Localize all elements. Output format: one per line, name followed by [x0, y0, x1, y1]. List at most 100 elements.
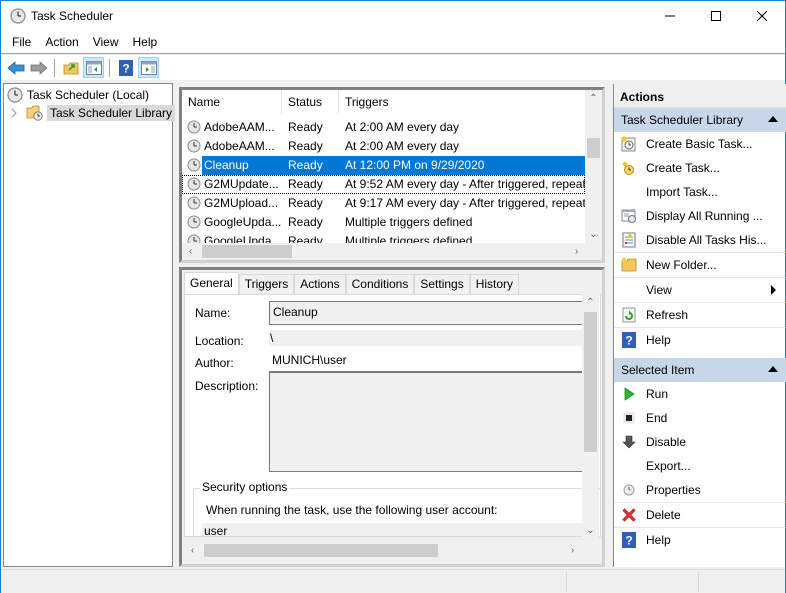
svg-text:?: ? [625, 334, 632, 348]
delete-icon [621, 507, 637, 523]
action-label: Import Task... [646, 185, 718, 199]
action-display-all-running[interactable]: Display All Running ... [614, 204, 786, 228]
security-account-message: When running the task, use the following… [206, 503, 498, 517]
table-row[interactable]: GoogleUpda... Ready Multiple triggers defi… [182, 213, 585, 232]
action-view[interactable]: View [614, 277, 786, 301]
tab-actions[interactable]: Actions [294, 274, 346, 294]
user-account-field[interactable]: user [202, 523, 594, 536]
collapse-caret-icon[interactable] [768, 116, 778, 122]
cell-status: Ready [288, 215, 323, 229]
scroll-thumb[interactable] [587, 138, 600, 158]
back-button[interactable] [5, 57, 26, 78]
table-row[interactable]: G2MUpdate... Ready At 9:52 AM every day - … [182, 175, 585, 194]
action-import-task[interactable]: Import Task... [614, 180, 786, 204]
details-vertical-scrollbar[interactable]: ⌃ ⌄ [582, 294, 599, 539]
tree-item-task-scheduler-library[interactable]: Task Scheduler Library [10, 104, 176, 122]
table-row[interactable]: G2MUpload... Ready At 9:17 AM every day - … [182, 194, 585, 213]
scroll-down-arrow[interactable]: ⌄ [582, 522, 599, 539]
menu-help[interactable]: Help [126, 31, 165, 53]
section-task-scheduler-library[interactable]: Task Scheduler Library [614, 108, 786, 132]
action-help[interactable]: ? Help [614, 527, 786, 551]
action-disable-all-tasks-his[interactable]: Disable All Tasks His... [614, 228, 786, 252]
scroll-down-arrow[interactable]: ⌄ [585, 226, 602, 243]
up-folder-button[interactable] [60, 57, 81, 78]
name-field[interactable]: Cleanup [269, 301, 599, 325]
action-label: View [646, 283, 672, 297]
expand-chevron-icon[interactable] [10, 108, 18, 118]
cell-status: Ready [288, 196, 323, 210]
scroll-left-arrow[interactable]: ‹ [184, 542, 201, 559]
table-row[interactable]: AdobeAAM... Ready At 2:00 AM every day [182, 118, 585, 137]
scroll-right-arrow[interactable]: › [564, 542, 581, 559]
maximize-button[interactable] [693, 1, 739, 31]
action-new-folder[interactable]: New Folder... [614, 252, 786, 276]
disable-icon [621, 434, 637, 450]
section-selected-item[interactable]: Selected Item [614, 358, 786, 382]
actions-pane: Actions Task Scheduler Library Create Ba… [613, 84, 786, 567]
collapse-caret-icon[interactable] [768, 366, 778, 372]
display-running-icon [621, 208, 637, 224]
show-hide-console-tree-button[interactable] [83, 57, 104, 78]
action-delete[interactable]: Delete [614, 502, 786, 526]
tab-general[interactable]: General [184, 272, 239, 294]
cell-triggers: At 9:52 AM every day - After triggered, … [345, 177, 585, 191]
cell-triggers: At 2:00 AM every day [345, 139, 460, 153]
action-disable[interactable]: Disable [614, 430, 786, 454]
scroll-thumb[interactable] [584, 312, 597, 452]
create-task-icon [621, 160, 637, 176]
task-list-horizontal-scrollbar[interactable]: ‹ › [182, 243, 585, 260]
cell-name: AdobeAAM... [204, 139, 275, 153]
scroll-left-arrow[interactable]: ‹ [182, 243, 199, 260]
action-export[interactable]: Export... [614, 454, 786, 478]
scroll-up-arrow[interactable]: ⌃ [585, 90, 602, 107]
forward-button[interactable] [28, 57, 49, 78]
menu-view[interactable]: View [86, 31, 126, 53]
action-help[interactable]: ? Help [614, 327, 786, 351]
show-hide-action-pane-button[interactable] [138, 57, 159, 78]
cell-status: Ready [288, 177, 323, 191]
scroll-up-arrow[interactable]: ⌃ [582, 294, 599, 311]
tab-triggers[interactable]: Triggers [238, 274, 295, 294]
description-field[interactable] [269, 372, 599, 472]
table-row[interactable]: AdobeAAM... Ready At 2:00 AM every day [182, 137, 585, 156]
help-icon: ? [621, 532, 637, 548]
table-row[interactable]: Cleanup Ready At 12:00 PM on 9/29/2020 [182, 156, 585, 175]
tab-settings[interactable]: Settings [414, 274, 470, 294]
task-list-vertical-scrollbar[interactable]: ⌃ ⌄ [585, 90, 602, 243]
action-run[interactable]: Run [614, 382, 786, 406]
menu-file[interactable]: File [5, 31, 38, 53]
task-clock-icon [187, 139, 201, 153]
tab-conditions[interactable]: Conditions [345, 274, 415, 294]
general-tab-content: Name: Cleanup Location: \ Author: MUNICH… [184, 294, 601, 537]
location-field[interactable]: \ [269, 330, 599, 346]
action-properties[interactable]: Properties [614, 478, 786, 502]
status-divider [698, 572, 699, 592]
action-create-task[interactable]: Create Task... [614, 156, 786, 180]
close-button[interactable] [739, 1, 785, 31]
help-button[interactable]: ? [115, 57, 136, 78]
window-title: Task Scheduler [31, 9, 114, 23]
scroll-thumb[interactable] [202, 245, 292, 258]
action-end[interactable]: End [614, 406, 786, 430]
scroll-thumb[interactable] [204, 544, 438, 557]
details-horizontal-scrollbar[interactable]: ‹ › [184, 542, 581, 559]
task-clock-icon [187, 177, 201, 191]
scroll-right-arrow[interactable]: › [568, 243, 585, 260]
author-label: Author: [195, 356, 234, 370]
menu-action[interactable]: Action [38, 31, 85, 53]
svg-text:?: ? [122, 61, 129, 75]
tab-history[interactable]: History [469, 274, 520, 294]
column-header-status[interactable]: Status [282, 90, 339, 114]
table-row[interactable]: GoogleUpda... Ready Multiple triggers defi… [182, 232, 585, 243]
list-header: Name Status Triggers [182, 90, 585, 114]
cell-status: Ready [288, 158, 323, 172]
action-refresh[interactable]: Refresh [614, 302, 786, 326]
column-header-triggers[interactable]: Triggers [339, 90, 585, 114]
task-clock-icon [187, 234, 201, 243]
minimize-button[interactable] [647, 1, 693, 31]
action-create-basic-task[interactable]: Create Basic Task... [614, 132, 786, 156]
author-field[interactable]: MUNICH\user [269, 349, 599, 372]
column-header-name[interactable]: Name [182, 90, 282, 114]
action-label: End [646, 411, 668, 425]
tree-item-task-scheduler-local[interactable]: Task Scheduler (Local) [7, 86, 149, 104]
